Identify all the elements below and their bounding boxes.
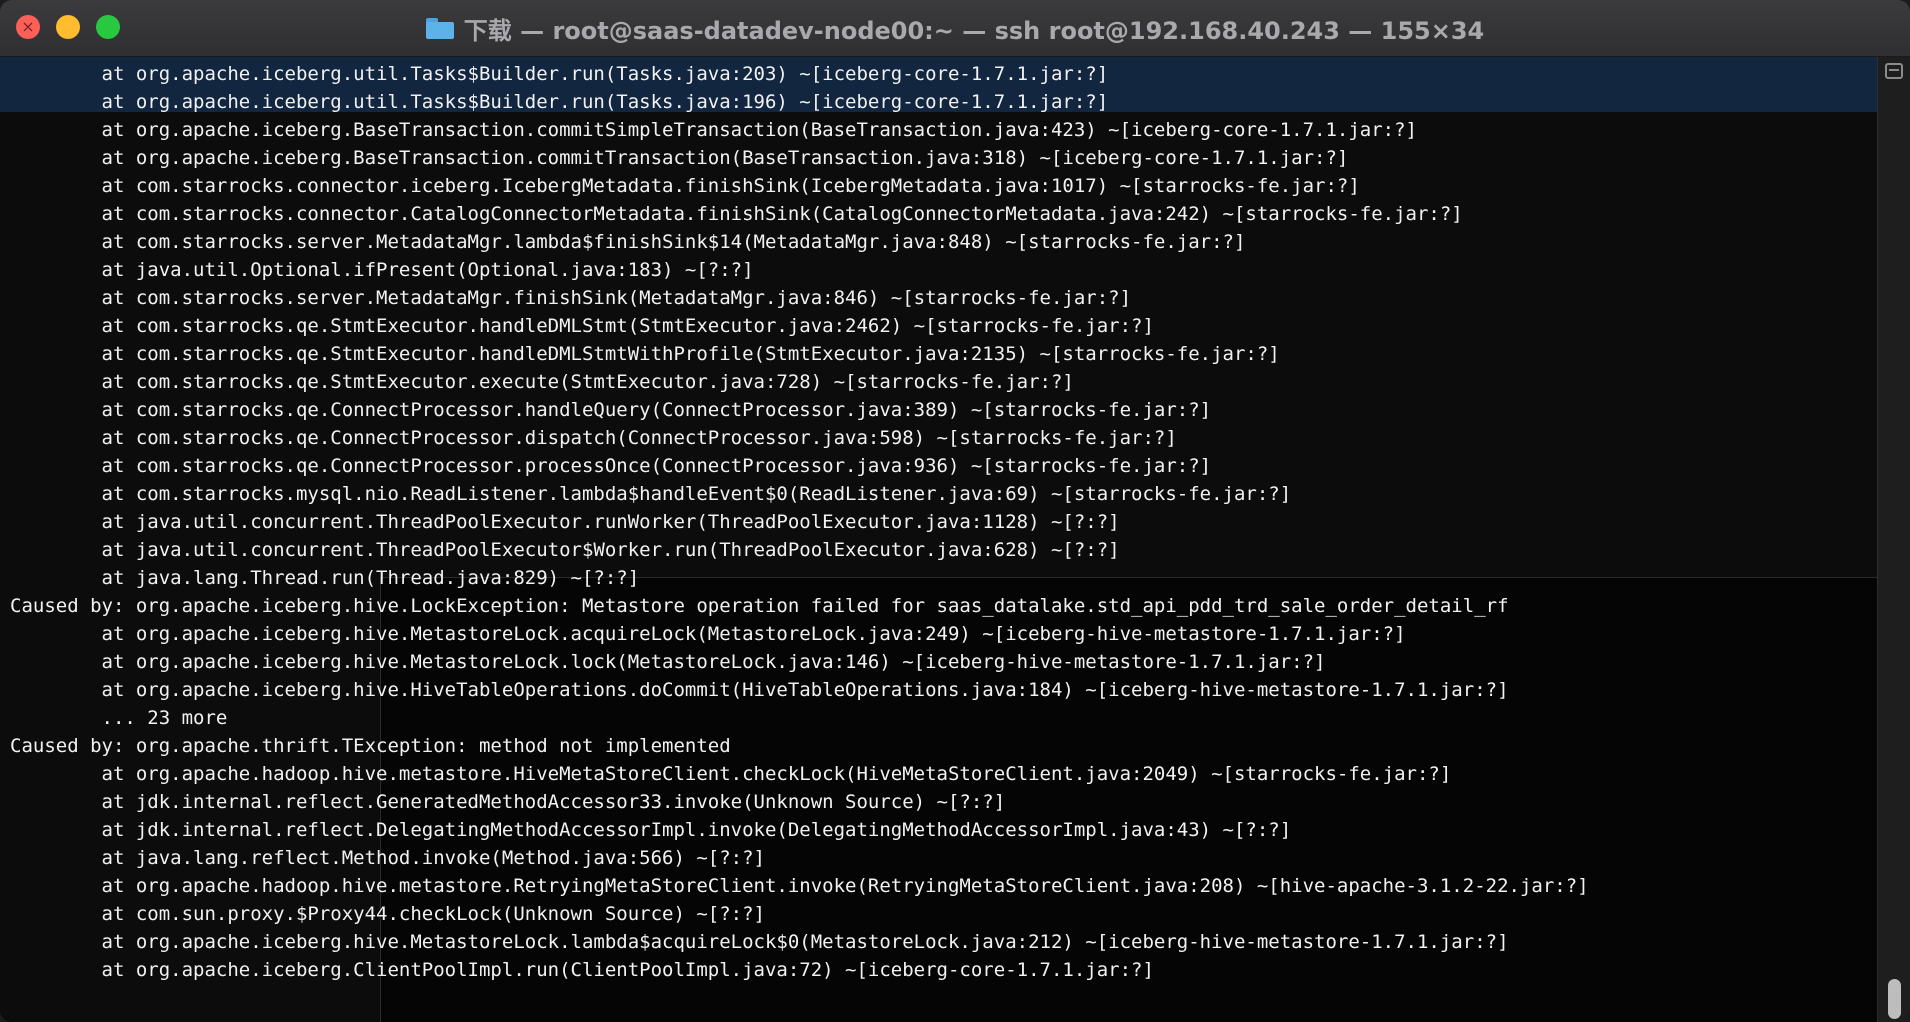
terminal-line: at org.apache.hadoop.hive.metastore.Hive… bbox=[10, 763, 1452, 785]
terminal-line: at com.starrocks.qe.StmtExecutor.execute… bbox=[10, 371, 1074, 393]
terminal-line: at com.starrocks.qe.StmtExecutor.handleD… bbox=[10, 315, 1154, 337]
terminal-line: at com.starrocks.qe.StmtExecutor.handleD… bbox=[10, 343, 1280, 365]
terminal-line: Caused by: org.apache.thrift.TException:… bbox=[10, 735, 731, 757]
terminal-line: at com.starrocks.qe.ConnectProcessor.han… bbox=[10, 399, 1212, 421]
scrollbar[interactable] bbox=[1877, 57, 1910, 1022]
terminal-line: at com.starrocks.qe.ConnectProcessor.dis… bbox=[10, 427, 1177, 449]
terminal-line: ... 23 more bbox=[10, 707, 228, 729]
terminal-line: at java.lang.Thread.run(Thread.java:829)… bbox=[10, 567, 640, 589]
terminal-line: at com.starrocks.connector.iceberg.Icebe… bbox=[10, 175, 1360, 197]
terminal-line: at java.util.Optional.ifPresent(Optional… bbox=[10, 259, 754, 281]
terminal-line: at org.apache.iceberg.util.Tasks$Builder… bbox=[10, 63, 1109, 85]
terminal-line: at org.apache.iceberg.hive.HiveTableOper… bbox=[10, 679, 1509, 701]
terminal-line: at java.util.concurrent.ThreadPoolExecut… bbox=[10, 511, 1120, 533]
terminal-line: at com.starrocks.server.MetadataMgr.fini… bbox=[10, 287, 1132, 309]
terminal-window: × 下载 — root@saas-datadev-node00:~ — ssh … bbox=[0, 0, 1910, 1022]
folder-icon bbox=[425, 18, 454, 39]
terminal-line: Caused by: org.apache.iceberg.hive.LockE… bbox=[10, 595, 1509, 617]
split-pane-icon[interactable] bbox=[1885, 63, 1903, 79]
scrollbar-thumb[interactable] bbox=[1888, 979, 1901, 1019]
terminal-line: at org.apache.iceberg.BaseTransaction.co… bbox=[10, 119, 1418, 141]
terminal-line: at org.apache.iceberg.BaseTransaction.co… bbox=[10, 147, 1349, 169]
title-bar[interactable]: × 下载 — root@saas-datadev-node00:~ — ssh … bbox=[0, 0, 1910, 57]
terminal-line: at com.starrocks.qe.ConnectProcessor.pro… bbox=[10, 455, 1212, 477]
terminal-line: at java.util.concurrent.ThreadPoolExecut… bbox=[10, 539, 1120, 561]
terminal-line: at org.apache.iceberg.hive.MetastoreLock… bbox=[10, 931, 1509, 953]
terminal-line: at com.starrocks.mysql.nio.ReadListener.… bbox=[10, 483, 1292, 505]
terminal-line: at jdk.internal.reflect.DelegatingMethod… bbox=[10, 819, 1292, 841]
window-title-container: 下载 — root@saas-datadev-node00:~ — ssh ro… bbox=[0, 0, 1910, 56]
terminal-line: at org.apache.hadoop.hive.metastore.Retr… bbox=[10, 875, 1589, 897]
terminal-line: at org.apache.iceberg.hive.MetastoreLock… bbox=[10, 651, 1326, 673]
terminal-line: at jdk.internal.reflect.GeneratedMethodA… bbox=[10, 791, 1006, 813]
terminal-line: at org.apache.iceberg.util.Tasks$Builder… bbox=[10, 91, 1109, 113]
terminal-line: at com.starrocks.server.MetadataMgr.lamb… bbox=[10, 231, 1246, 253]
terminal-line: at org.apache.iceberg.hive.MetastoreLock… bbox=[10, 623, 1406, 645]
terminal-output[interactable]: at org.apache.iceberg.util.Tasks$Builder… bbox=[0, 57, 1878, 1022]
terminal-line: at com.sun.proxy.$Proxy44.checkLock(Unkn… bbox=[10, 903, 765, 925]
terminal-line: at org.apache.iceberg.ClientPoolImpl.run… bbox=[10, 959, 1154, 981]
window-title: 下载 — root@saas-datadev-node00:~ — ssh ro… bbox=[463, 16, 1485, 45]
terminal-line: at java.lang.reflect.Method.invoke(Metho… bbox=[10, 847, 765, 869]
terminal-line: at com.starrocks.connector.CatalogConnec… bbox=[10, 203, 1463, 225]
terminal-lines: at org.apache.iceberg.util.Tasks$Builder… bbox=[0, 57, 1599, 984]
